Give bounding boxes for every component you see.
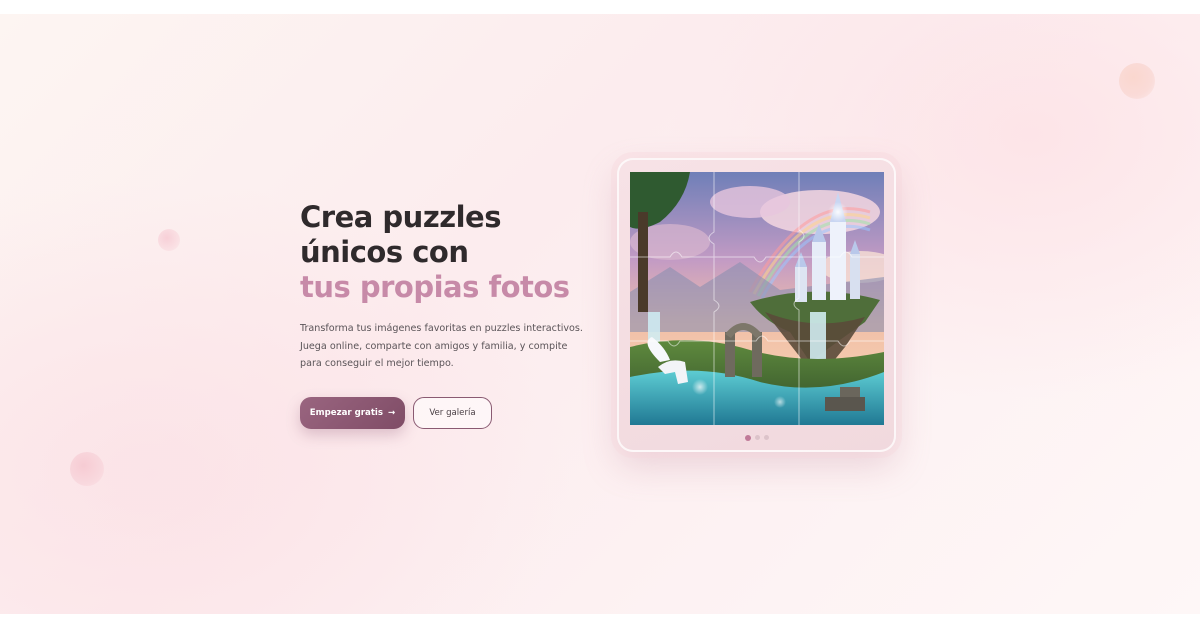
description-line-3: para conseguir el mejor tiempo.: [300, 358, 454, 369]
start-free-button-label: Empezar gratis: [309, 408, 383, 418]
carousel-indicator: [619, 434, 894, 441]
arrow-right-icon: →: [388, 408, 396, 418]
decorative-bubble: [70, 452, 104, 486]
hero-headline: Crea puzzles únicos con tus propias foto…: [300, 200, 580, 305]
view-gallery-button[interactable]: Ver galería: [413, 397, 492, 429]
view-gallery-button-label: Ver galería: [429, 408, 476, 418]
description-line-1: Transforma tus imágenes favoritas en puz…: [300, 323, 583, 334]
carousel-dot-3[interactable]: [763, 435, 769, 440]
puzzle-preview-image: [630, 172, 884, 425]
hero-section: Crea puzzles únicos con tus propias foto…: [0, 14, 1200, 614]
carousel-dot-1[interactable]: [744, 434, 751, 441]
hero-actions: Empezar gratis → Ver galería: [300, 397, 492, 429]
description-line-2: Juega online, comparte con amigos y fami…: [300, 340, 568, 352]
hero-text-column: Crea puzzles únicos con tus propias foto…: [300, 200, 583, 429]
start-free-button[interactable]: Empezar gratis →: [300, 397, 405, 429]
decorative-bubble: [1119, 63, 1155, 99]
hero-description: Transforma tus imágenes favoritas en puz…: [300, 320, 583, 373]
decorative-bubble: [158, 229, 180, 251]
carousel-dot-2[interactable]: [754, 435, 760, 440]
headline-line-1: Crea puzzles: [300, 200, 501, 234]
puzzle-preview-card: [617, 158, 896, 452]
headline-line-2: únicos con: [300, 235, 469, 269]
headline-accent: tus propias fotos: [300, 270, 570, 304]
